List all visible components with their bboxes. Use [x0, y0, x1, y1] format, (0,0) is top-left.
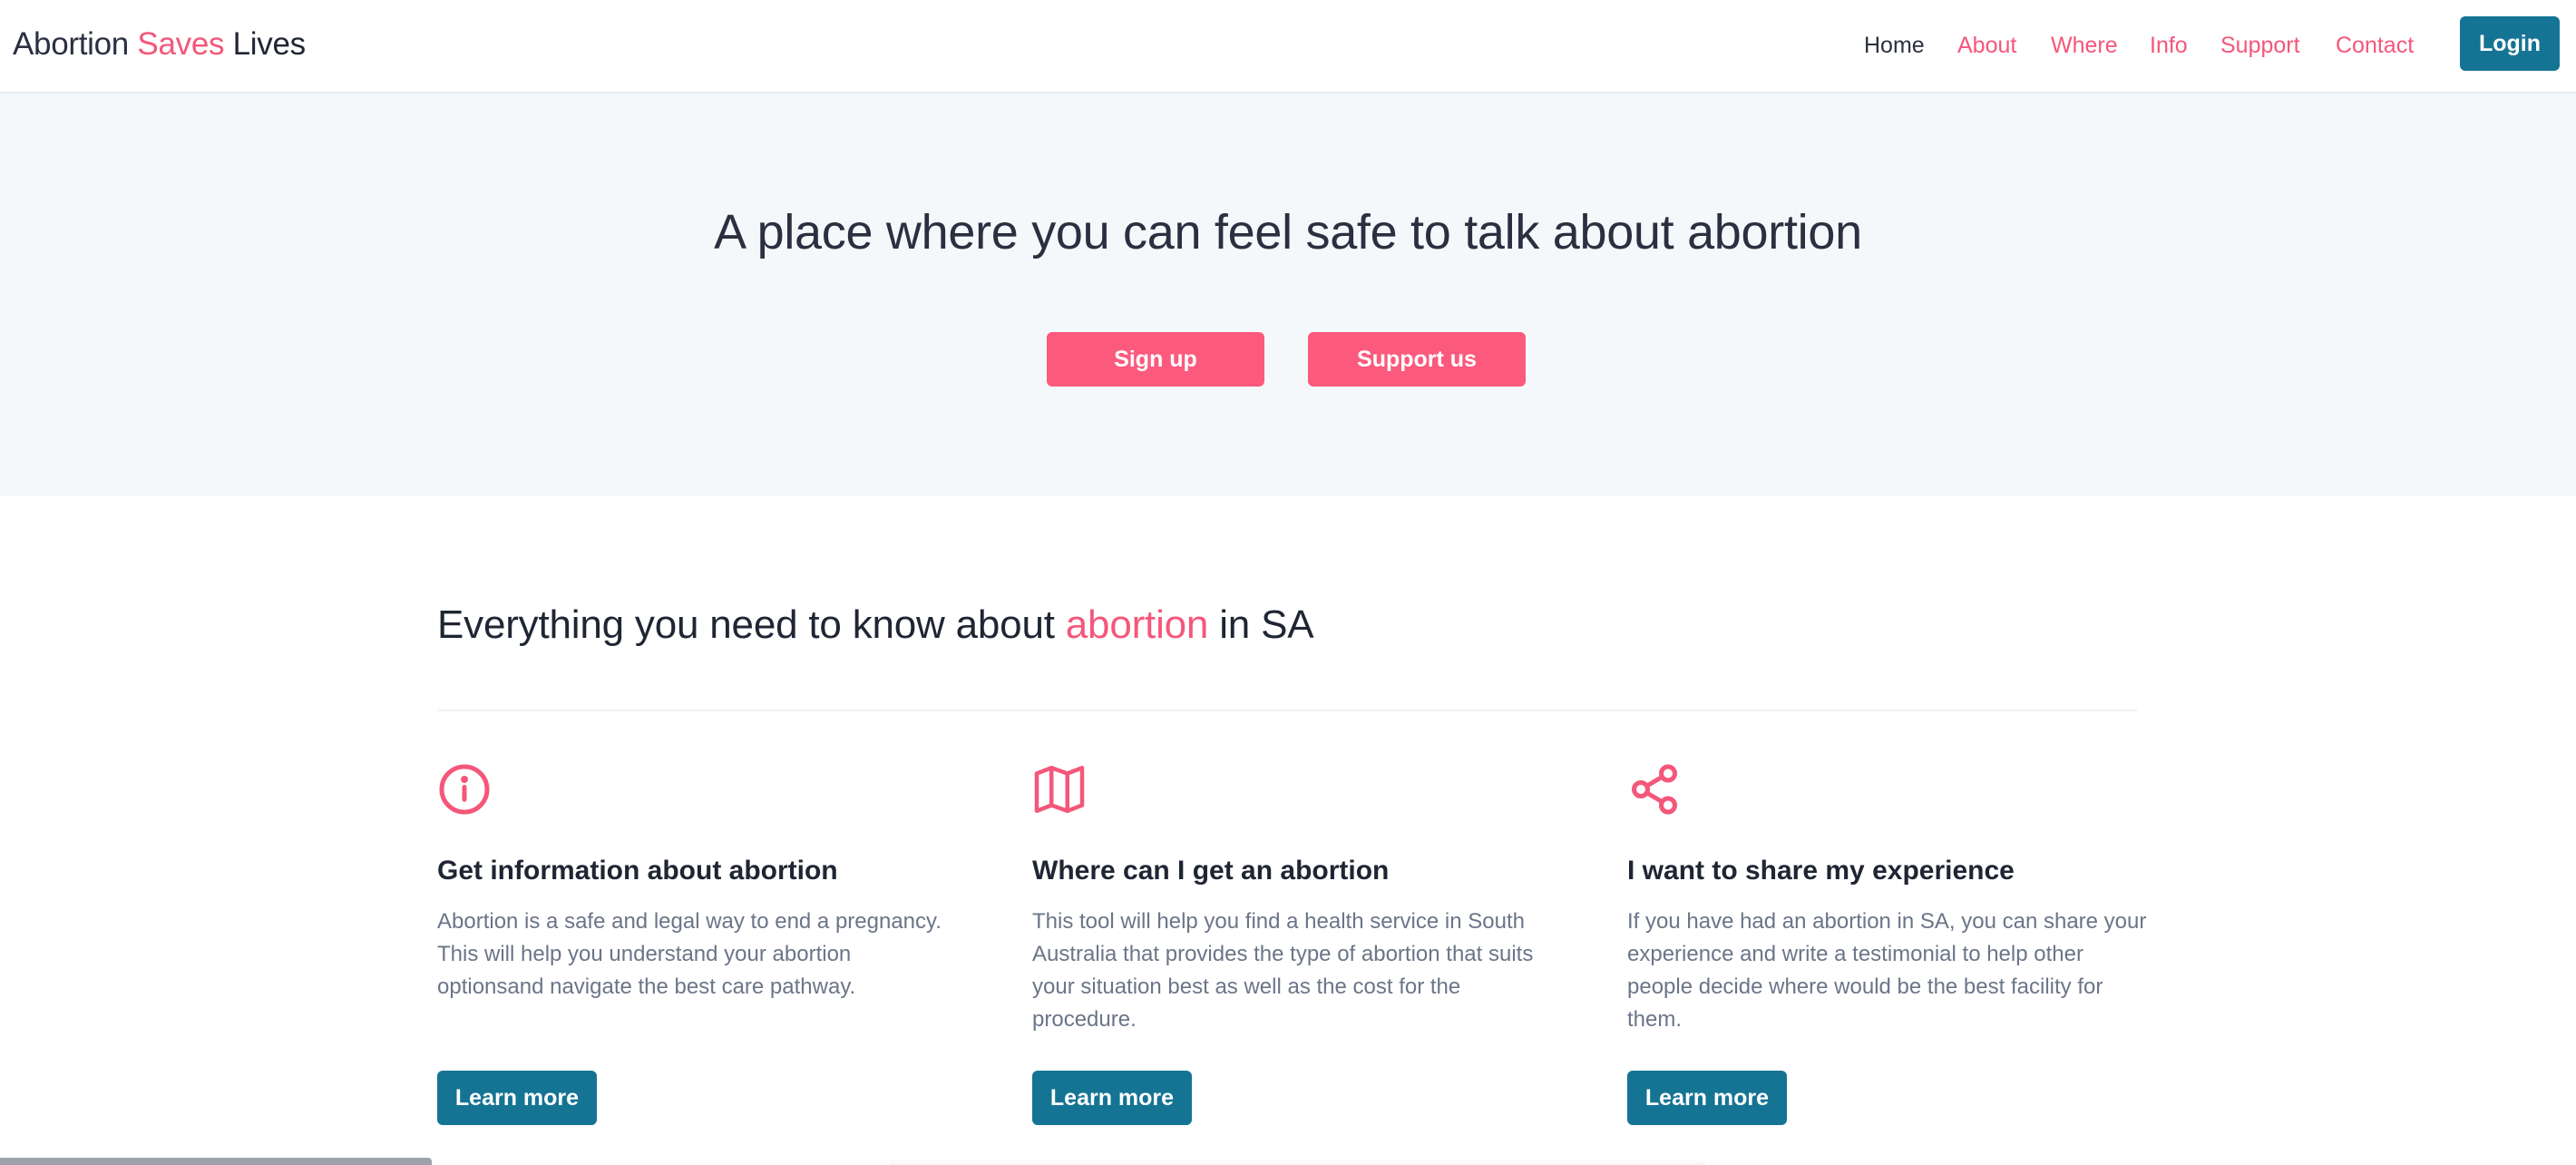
nav-contact-link[interactable]: Contact [2336, 29, 2414, 62]
map-icon [1032, 762, 1087, 817]
feature-title: Where can I get an abortion [1032, 856, 1390, 886]
nav-where-link[interactable]: Where [2051, 29, 2118, 62]
horizontal-scrollbar-thumb[interactable] [0, 1158, 432, 1165]
bottom-card-edge [889, 1158, 1705, 1165]
share-icon [1627, 762, 1682, 817]
learn-more-information-button[interactable]: Learn more [437, 1071, 597, 1125]
hero-section: A place where you can feel safe to talk … [0, 93, 2576, 496]
section-divider [437, 710, 2137, 711]
brand-part-saves: Saves [137, 26, 225, 62]
brand-part-lives: Lives [232, 26, 307, 62]
feature-title: I want to share my experience [1627, 856, 2015, 886]
sign-up-button[interactable]: Sign up [1047, 332, 1264, 387]
info-circle-icon [437, 762, 492, 817]
nav-home-link[interactable]: Home [1864, 29, 1925, 62]
brand-logo[interactable]: Abortion Saves Lives [13, 24, 306, 65]
feature-title: Get information about abortion [437, 856, 838, 886]
brand-part-abortion: Abortion [13, 26, 129, 62]
nav-info-link[interactable]: Info [2150, 29, 2188, 62]
support-us-button[interactable]: Support us [1308, 332, 1526, 387]
features-heading-pre: Everything you need to know about [437, 602, 1055, 647]
navbar: Abortion Saves Lives Home About Where In… [0, 0, 2576, 93]
nav-support-link[interactable]: Support [2220, 29, 2300, 62]
features-heading-post: in SA [1219, 602, 1314, 647]
feature-description: If you have had an abortion in SA, you c… [1627, 909, 2147, 1032]
learn-more-share-button[interactable]: Learn more [1627, 1071, 1787, 1125]
feature-description: Abortion is a safe and legal way to end … [437, 909, 942, 999]
nav-about-link[interactable]: About [1957, 29, 2016, 62]
learn-more-where-button[interactable]: Learn more [1032, 1071, 1192, 1125]
hero-title: A place where you can feel safe to talk … [714, 205, 1862, 259]
feature-description: This tool will help you find a health se… [1032, 909, 1534, 1032]
login-button[interactable]: Login [2460, 16, 2560, 71]
features-heading-accent: abortion [1065, 602, 1209, 647]
features-heading: Everything you need to know about aborti… [437, 596, 1314, 654]
